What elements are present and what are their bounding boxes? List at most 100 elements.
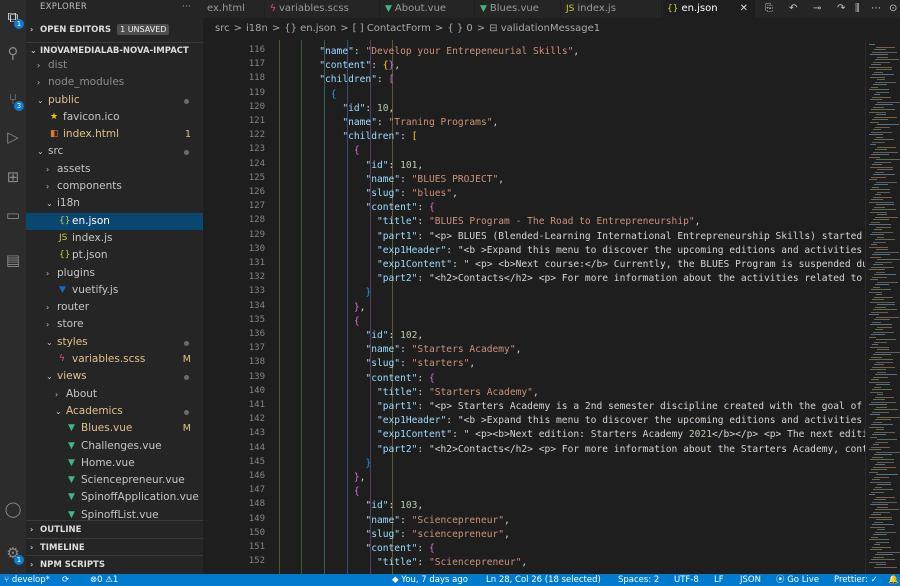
- folder-row[interactable]: ⌄ public: [26, 92, 203, 109]
- folder-row[interactable]: › assets: [26, 161, 203, 178]
- code-line[interactable]: "content": {: [273, 372, 434, 386]
- minimap[interactable]: [865, 40, 900, 574]
- code-line[interactable]: "name": "BLUES PROJECT",: [273, 173, 504, 187]
- folder-row[interactable]: › store: [26, 316, 203, 333]
- code-line[interactable]: "id": 103,: [273, 499, 423, 513]
- file-row[interactable]: {} en.json: [26, 212, 203, 230]
- language-mode[interactable]: JSON: [740, 574, 761, 586]
- file-row[interactable]: JS index.js: [26, 230, 203, 247]
- folder-row[interactable]: › plugins: [26, 265, 203, 282]
- problems-indicator[interactable]: ⊗0 ⚠1: [90, 574, 118, 586]
- code-line[interactable]: "exp1Content": " <p><b>Next edition: Sta…: [273, 428, 865, 442]
- code-line[interactable]: "title": "Sciencepreneur",: [273, 556, 527, 570]
- more-actions-icon[interactable]: ⋯: [871, 0, 881, 18]
- extensions-icon[interactable]: ⊞: [0, 162, 26, 192]
- file-row[interactable]: ▼ SpinoffApplication.vue: [26, 489, 203, 506]
- split-editor-icon[interactable]: ⫼: [855, 0, 860, 18]
- code-line[interactable]: "name": "Starters Academy",: [273, 343, 521, 357]
- folder-row[interactable]: › router: [26, 299, 203, 316]
- section-npm-scripts[interactable]: › NPM SCRIPTS: [26, 555, 203, 573]
- code-line[interactable]: "content": {},: [273, 59, 400, 73]
- tab-Blues-vue[interactable]: ▼ Blues.vue: [476, 0, 561, 18]
- tab-variables-scss[interactable]: ϟ variables.scss: [266, 0, 380, 18]
- file-row[interactable]: ▼ Home.vue: [26, 455, 203, 472]
- code-line[interactable]: "id": 10,: [273, 102, 394, 116]
- tab-index-js[interactable]: JS index.js: [562, 0, 662, 18]
- code-line[interactable]: },: [273, 471, 366, 485]
- code-line[interactable]: {: [273, 485, 360, 499]
- code-line[interactable]: "title": "BLUES Program - The Road to En…: [273, 215, 700, 229]
- code-line[interactable]: "name": "Develop your Entrepeneurial Ski…: [273, 45, 579, 59]
- breadcrumb-item[interactable]: src: [215, 23, 230, 34]
- breadcrumb-item[interactable]: [ ] ContactForm: [353, 23, 431, 34]
- folder-row[interactable]: ⌄ i18n: [26, 195, 203, 212]
- accounts-icon[interactable]: ◯: [0, 494, 26, 524]
- code-line[interactable]: "exp1Content": " <p> <b>Next course:</b>…: [273, 258, 865, 272]
- code-line[interactable]: "part1": "<p> BLUES (Blended-Learning In…: [273, 230, 865, 244]
- folder-row[interactable]: › About: [26, 386, 203, 403]
- code-line[interactable]: "exp1Header": "<b >Expand this menu to d…: [273, 244, 865, 258]
- code-line[interactable]: }: [273, 457, 371, 471]
- code-line[interactable]: }: [273, 286, 371, 300]
- go-forward-icon[interactable]: ↷: [837, 0, 845, 18]
- tab-About-vue[interactable]: ▼ About.vue: [381, 0, 475, 18]
- file-row[interactable]: ◧ index.html 1: [26, 126, 203, 143]
- open-editors-section[interactable]: › OPEN EDITORS 1 UNSAVED: [26, 22, 203, 37]
- open-changes-icon[interactable]: ⎘: [765, 0, 773, 18]
- file-row[interactable]: ϟ variables.scss M: [26, 351, 203, 368]
- git-blame-indicator[interactable]: ◆ You, 7 days ago: [392, 574, 468, 586]
- folder-row[interactable]: ⌄ styles: [26, 334, 203, 351]
- code-line[interactable]: "id": 102,: [273, 329, 423, 343]
- section-timeline[interactable]: › TIMELINE: [26, 537, 203, 556]
- folder-row[interactable]: ⌄ src: [26, 143, 203, 160]
- indentation[interactable]: Spaces: 2: [618, 574, 659, 586]
- search-icon[interactable]: ⚲: [0, 38, 26, 68]
- code-line[interactable]: "part2": "<h2>Contacts</h2> <p> For more…: [273, 443, 865, 457]
- folder-row[interactable]: ⌄ Academics: [26, 403, 203, 420]
- code-line[interactable]: "part1": "<p> Starters Academy is a 2nd …: [273, 400, 865, 414]
- folder-row[interactable]: ⌄ views: [26, 368, 203, 385]
- notifications-bell-icon[interactable]: 🔔: [888, 574, 899, 586]
- explorer-icon[interactable]: ⧉ 1: [0, 2, 26, 32]
- code-line[interactable]: "children": [: [273, 130, 417, 144]
- folder-row[interactable]: › node_modules: [26, 74, 203, 91]
- code-line[interactable]: "name": "Traning Programs",: [273, 116, 498, 130]
- run-debug-icon[interactable]: ▷: [0, 122, 26, 152]
- file-row[interactable]: ▼ Challenges.vue: [26, 438, 203, 455]
- preview-icon[interactable]: ⊙: [889, 0, 897, 18]
- breadcrumb-item[interactable]: i18n: [246, 23, 268, 34]
- code-line[interactable]: },: [273, 301, 366, 315]
- code-line[interactable]: "exp1Header": "<b >Expand this menu to d…: [273, 414, 865, 428]
- code-line[interactable]: {: [273, 315, 360, 329]
- go-back-icon[interactable]: ↶: [789, 0, 797, 18]
- code-line[interactable]: "title": "Starters Academy",: [273, 386, 539, 400]
- file-row[interactable]: ★ favicon.ico: [26, 109, 203, 126]
- code-line[interactable]: "id": 101,: [273, 159, 423, 173]
- panel-icon[interactable]: ▤: [0, 245, 26, 275]
- settings-gear-icon[interactable]: ⚙ 1: [0, 538, 26, 568]
- folder-row[interactable]: › components: [26, 178, 203, 195]
- breadcrumb-item[interactable]: ⊟ validationMessage1: [489, 23, 600, 34]
- file-row[interactable]: ▼ Blues.vue M: [26, 420, 203, 437]
- code-content[interactable]: "name": "Develop your Entrepeneurial Ski…: [273, 40, 865, 574]
- code-line[interactable]: "slug": "starters",: [273, 357, 475, 371]
- remote-explorer-icon[interactable]: ▭: [0, 200, 26, 230]
- project-section[interactable]: ⌄ INOVAMEDIALAB-NOVA-IMPACT: [26, 42, 203, 57]
- code-line[interactable]: "slug": "sciencepreneur",: [273, 528, 509, 542]
- source-control-icon[interactable]: ⑂ 3: [0, 84, 26, 114]
- code-line[interactable]: "name": "Sciencepreneur",: [273, 514, 509, 528]
- encoding[interactable]: UTF-8: [674, 574, 699, 586]
- prettier-indicator[interactable]: Prettier: ✓: [834, 574, 878, 586]
- breadcrumb-item[interactable]: {} en.json: [284, 23, 336, 34]
- code-editor[interactable]: 116 117 118 119 120 121 122 123 124 125 126 127 128 1…: [203, 40, 865, 574]
- code-line[interactable]: "children": [: [273, 73, 394, 87]
- folder-row[interactable]: › dist: [26, 57, 203, 74]
- end-of-line[interactable]: LF: [714, 574, 724, 586]
- branch-indicator[interactable]: ⑂ develop*: [4, 574, 50, 586]
- code-line[interactable]: "content": {: [273, 542, 434, 556]
- code-line[interactable]: "part2": "<h2>Contacts</h2> <p> For more…: [273, 272, 865, 286]
- file-row[interactable]: ▼ Sciencepreneur.vue: [26, 472, 203, 489]
- close-tab-icon[interactable]: ✕: [740, 0, 748, 18]
- code-line[interactable]: {: [273, 144, 360, 158]
- git-commit-icon[interactable]: ⊸: [813, 0, 821, 18]
